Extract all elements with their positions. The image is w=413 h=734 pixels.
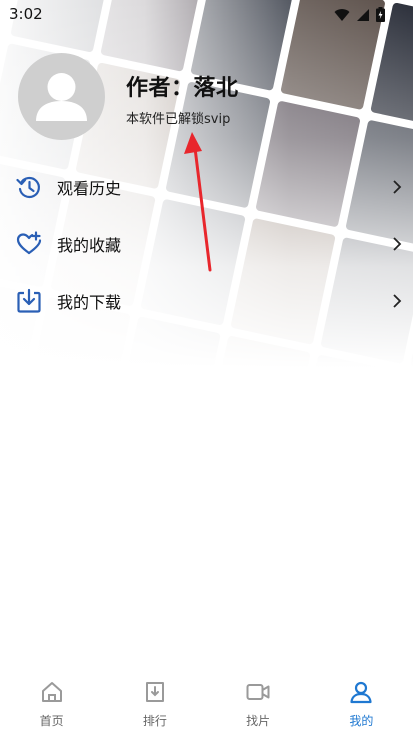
nav-item-ranking[interactable]: 排行 [103, 672, 206, 734]
bottom-navigation: 首页 排行 找片 我的 [0, 672, 413, 734]
history-icon [16, 176, 40, 198]
nav-label-home: 首页 [39, 714, 64, 728]
menu-label-downloads: 我的下载 [57, 292, 122, 312]
author-name: 作者：落北 [126, 76, 239, 101]
nav-label-ranking: 排行 [142, 714, 167, 728]
menu-label-history: 观看历史 [57, 178, 122, 198]
nav-item-profile[interactable]: 我的 [310, 672, 413, 734]
home-icon [41, 682, 62, 702]
download-icon [17, 288, 41, 313]
chevron-right-icon [393, 293, 402, 308]
status-bar: 3:02 [0, 0, 413, 30]
user-avatar-icon[interactable] [18, 53, 105, 140]
menu-item-downloads[interactable]: 我的下载 [0, 272, 413, 329]
profile-icon [350, 681, 372, 704]
signal-icon [357, 8, 369, 21]
favorite-heart-icon [16, 230, 42, 254]
nav-item-find-video[interactable]: 找片 [207, 672, 310, 734]
chevron-right-icon [393, 236, 402, 251]
battery-icon [376, 7, 385, 22]
nav-item-home[interactable]: 首页 [0, 672, 103, 734]
annotation-arrow-icon [184, 132, 212, 272]
nav-label-profile: 我的 [349, 714, 374, 728]
status-time: 3:02 [9, 5, 43, 23]
video-camera-icon [246, 684, 270, 700]
nav-label-find-video: 找片 [246, 714, 271, 728]
wifi-icon [334, 8, 350, 21]
menu-label-favorites: 我的收藏 [57, 235, 122, 255]
chevron-right-icon [393, 179, 402, 194]
ranking-icon [145, 682, 164, 702]
